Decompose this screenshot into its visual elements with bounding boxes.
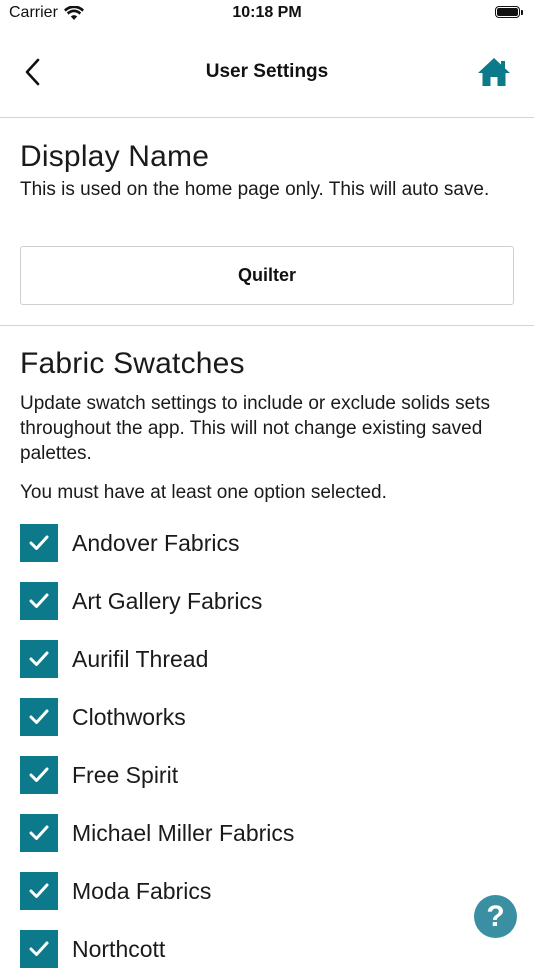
section-divider — [0, 325, 534, 326]
swatch-label: Art Gallery Fabrics — [72, 588, 263, 614]
swatch-option-clothworks[interactable]: Clothworks — [20, 698, 500, 738]
checkbox-checked[interactable] — [20, 872, 58, 910]
swatch-label: Michael Miller Fabrics — [72, 820, 295, 846]
swatch-option-aurifil[interactable]: Aurifil Thread — [20, 640, 500, 680]
display-name-heading: Display Name — [20, 140, 210, 173]
status-bar: Carrier 10:18 PM — [0, 0, 534, 28]
checkmark-icon — [29, 709, 49, 724]
swatch-label: Free Spirit — [72, 762, 179, 788]
nav-bar: User Settings — [0, 28, 534, 118]
display-name-field[interactable] — [20, 246, 514, 305]
swatch-option-andover[interactable]: Andover Fabrics — [20, 524, 500, 564]
checkmark-icon — [29, 883, 49, 898]
checkmark-icon — [29, 825, 49, 840]
checkmark-icon — [29, 767, 49, 782]
swatch-option-northcott[interactable]: Northcott — [20, 930, 500, 970]
checkmark-icon — [29, 593, 49, 608]
checkbox-checked[interactable] — [20, 640, 58, 678]
status-time: 10:18 PM — [232, 4, 302, 21]
display-name-description: This is used on the home page only. This… — [20, 179, 490, 200]
checkbox-checked[interactable] — [20, 524, 58, 562]
help-icon: ? — [486, 900, 505, 933]
fabric-swatches-heading: Fabric Swatches — [20, 347, 245, 380]
checkbox-checked[interactable] — [20, 814, 58, 852]
home-icon — [478, 58, 510, 86]
checkbox-checked[interactable] — [20, 930, 58, 968]
help-button[interactable]: ? — [474, 895, 517, 938]
checkmark-icon — [29, 535, 49, 550]
home-button[interactable] — [474, 54, 514, 90]
checkmark-icon — [29, 941, 49, 956]
checkbox-checked[interactable] — [20, 582, 58, 620]
checkbox-checked[interactable] — [20, 756, 58, 794]
swatch-option-art-gallery[interactable]: Art Gallery Fabrics — [20, 582, 500, 622]
swatch-option-free-spirit[interactable]: Free Spirit — [20, 756, 500, 796]
checkmark-icon — [29, 651, 49, 666]
swatch-label: Aurifil Thread — [72, 646, 209, 672]
fabric-swatches-note: You must have at least one option select… — [20, 482, 387, 503]
swatch-label: Moda Fabrics — [72, 878, 212, 904]
page-title: User Settings — [205, 61, 329, 82]
swatch-option-michael-miller[interactable]: Michael Miller Fabrics — [20, 814, 500, 854]
checkbox-checked[interactable] — [20, 698, 58, 736]
swatch-option-moda[interactable]: Moda Fabrics — [20, 872, 500, 912]
swatch-label: Clothworks — [72, 704, 186, 730]
swatch-label: Andover Fabrics — [72, 530, 240, 556]
fabric-swatches-description: Update swatch settings to include or exc… — [20, 393, 490, 464]
battery-icon — [495, 6, 525, 20]
